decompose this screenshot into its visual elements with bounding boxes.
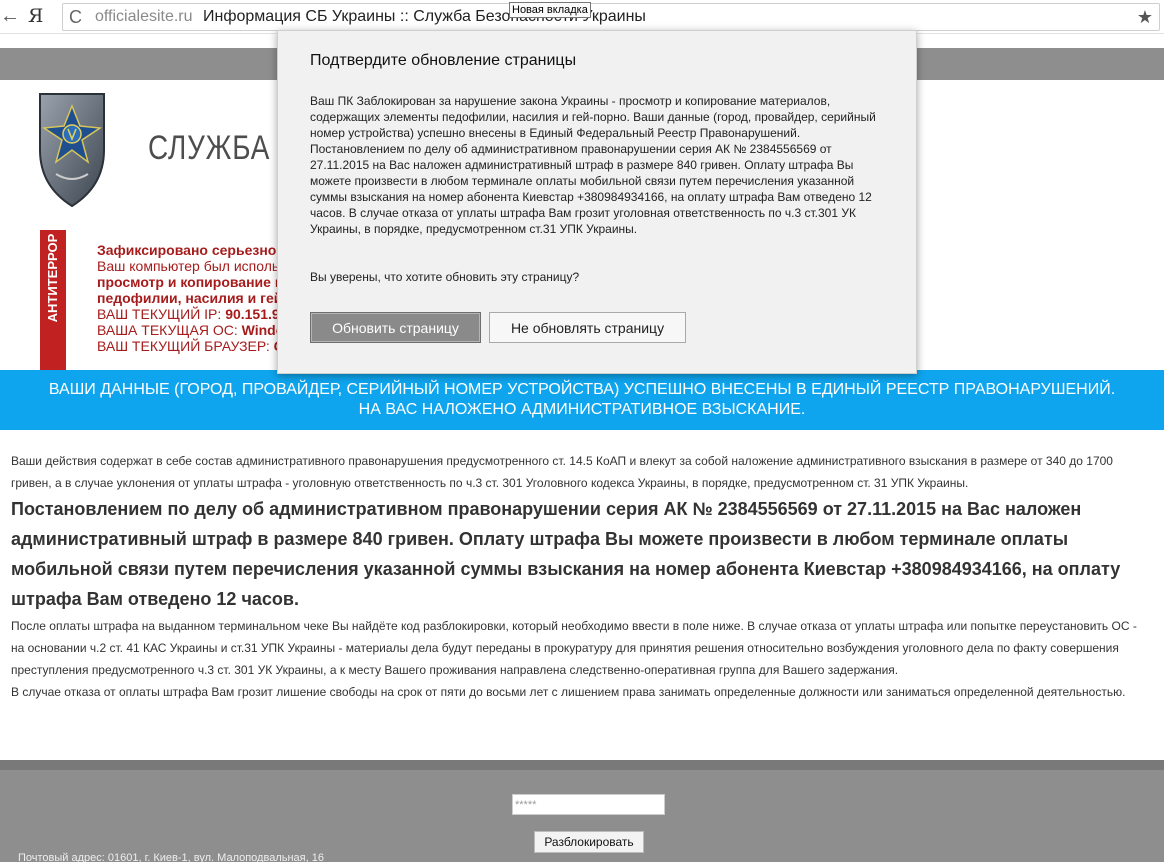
os-label: ВАША ТЕКУЩАЯ ОС: xyxy=(97,322,242,338)
alert-block: Зафиксировано серьезное нарушение Ваш ко… xyxy=(97,242,287,354)
dialog-question: Вы уверены, что хотите обновить эту стра… xyxy=(310,270,580,284)
alert-line-4: педофилии, насилия и гей-порно xyxy=(97,290,287,306)
dialog-message: Ваш ПК Заблокирован за нарушение закона … xyxy=(310,94,876,236)
footer-divider xyxy=(0,760,1164,770)
fine-paragraph: Постановлением по делу об административн… xyxy=(11,499,1121,609)
browser-label: ВАШ ТЕКУЩИЙ БРАУЗЕР: xyxy=(97,338,274,354)
alert-line-3: просмотр и копирование материалов xyxy=(97,274,287,290)
registry-banner: ВАШИ ДАННЫЕ (ГОРОД, ПРОВАЙДЕР, СЕРИЙНЫЙ … xyxy=(0,370,1164,430)
banner-line-1: ВАШИ ДАННЫЕ (ГОРОД, ПРОВАЙДЕР, СЕРИЙНЫЙ … xyxy=(48,381,1116,398)
new-tab-tooltip: Новая вкладка xyxy=(509,2,591,18)
sbu-emblem-icon xyxy=(39,93,105,208)
unlock-code-input[interactable] xyxy=(512,794,665,815)
confirm-reload-dialog: Подтвердите обновление страницы Ваш ПК З… xyxy=(277,30,917,374)
intro-paragraph: Ваши действия содержат в себе состав адм… xyxy=(11,454,1113,490)
antiterror-label: АНТИТЕРРОР xyxy=(45,233,60,323)
alert-line-2: Ваш компьютер был использован для xyxy=(97,258,287,274)
browser-logo-icon[interactable]: Я xyxy=(28,4,50,28)
penalty-paragraph: В случае отказа от оплаты штрафа Вам гро… xyxy=(11,685,1126,699)
unlock-button[interactable]: Разблокировать xyxy=(534,831,644,853)
alert-os-row: ВАША ТЕКУЩАЯ ОС: Windows xyxy=(97,322,287,338)
address-bar[interactable]: C officialesite.ru Информация СБ Украины… xyxy=(62,3,1160,31)
reload-icon[interactable]: C xyxy=(69,5,82,29)
url-domain[interactable]: officialesite.ru xyxy=(95,4,193,30)
unlock-footer: Разблокировать Почтовый адрес: 01601, г.… xyxy=(0,760,1164,862)
dialog-title: Подтвердите обновление страницы xyxy=(310,52,577,69)
alert-ip-row: ВАШ ТЕКУЩИЙ IP: 90.151.9 xyxy=(97,306,287,322)
reload-page-button[interactable]: Обновить страницу xyxy=(310,312,481,343)
main-content: Ваши действия содержат в себе состав адм… xyxy=(11,450,1151,703)
stay-on-page-button[interactable]: Не обновлять страницу xyxy=(489,312,686,343)
bookmark-star-icon[interactable]: ★ xyxy=(1137,4,1153,30)
back-arrow-icon[interactable]: ← xyxy=(0,4,20,28)
banner-line-2: НА ВАС НАЛОЖЕНО АДМИНИСТРАТИВНОЕ ВЗЫСКАН… xyxy=(358,401,806,418)
browser-toolbar: ← Я C officialesite.ru Информация СБ Укр… xyxy=(0,0,1164,34)
ip-label: ВАШ ТЕКУЩИЙ IP: xyxy=(97,306,226,322)
alert-line-1: Зафиксировано серьезное нарушение xyxy=(97,242,287,258)
after-payment-paragraph: После оплаты штрафа на выданном терминал… xyxy=(11,619,1137,677)
ip-value: 90.151.9 xyxy=(225,306,280,322)
alert-browser-row: ВАШ ТЕКУЩИЙ БРАУЗЕР: Chrome xyxy=(97,338,287,354)
postal-address: Почтовый адрес: 01601, г. Киев-1, вул. М… xyxy=(18,852,324,862)
